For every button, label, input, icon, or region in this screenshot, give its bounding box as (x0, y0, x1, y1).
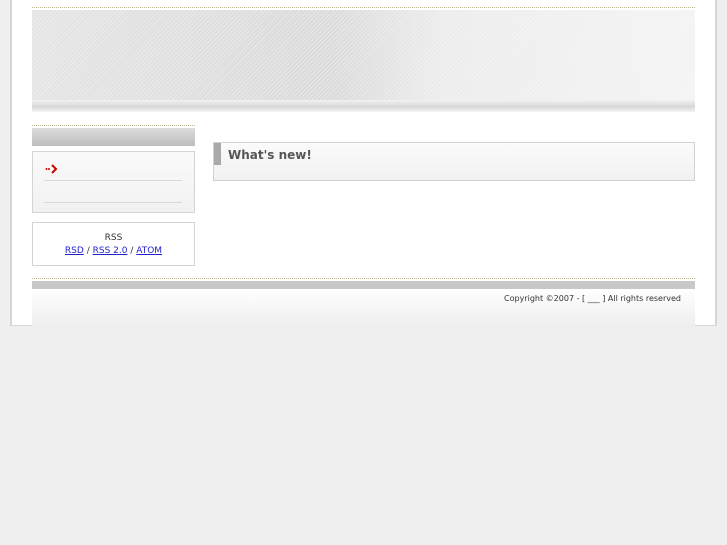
rss-links: RSD / RSS 2.0 / ATOM (33, 246, 194, 257)
rss-separator: / (86, 246, 90, 256)
sidebar-header (32, 128, 195, 146)
rsd-link[interactable]: RSD (65, 246, 84, 256)
sidebar-item-2[interactable] (44, 180, 182, 203)
section-title: What's new! (228, 148, 312, 162)
rss-separator: / (130, 246, 134, 256)
arrow-right-icon (45, 164, 58, 174)
rss-title: RSS (104, 233, 123, 243)
header-banner (32, 10, 695, 100)
footer-band (32, 281, 695, 289)
footer-divider (32, 278, 695, 279)
rss-box: RSS RSD / RSS 2.0 / ATOM (32, 222, 195, 266)
rss2-link[interactable]: RSS 2.0 (93, 246, 128, 256)
sidebar-menu (32, 151, 195, 213)
section-accent-bar (214, 143, 221, 165)
sidebar-item-1[interactable] (44, 158, 182, 181)
copyright-text: Copyright ©2007 - [ ___ ] All rights res… (504, 294, 681, 303)
top-divider (32, 7, 695, 8)
sidebar-top-divider (32, 125, 195, 126)
atom-link[interactable]: ATOM (136, 246, 162, 256)
whats-new-section: What's new! (213, 142, 695, 181)
banner-shadow (32, 100, 695, 112)
footer: Copyright ©2007 - [ ___ ] All rights res… (32, 289, 695, 326)
